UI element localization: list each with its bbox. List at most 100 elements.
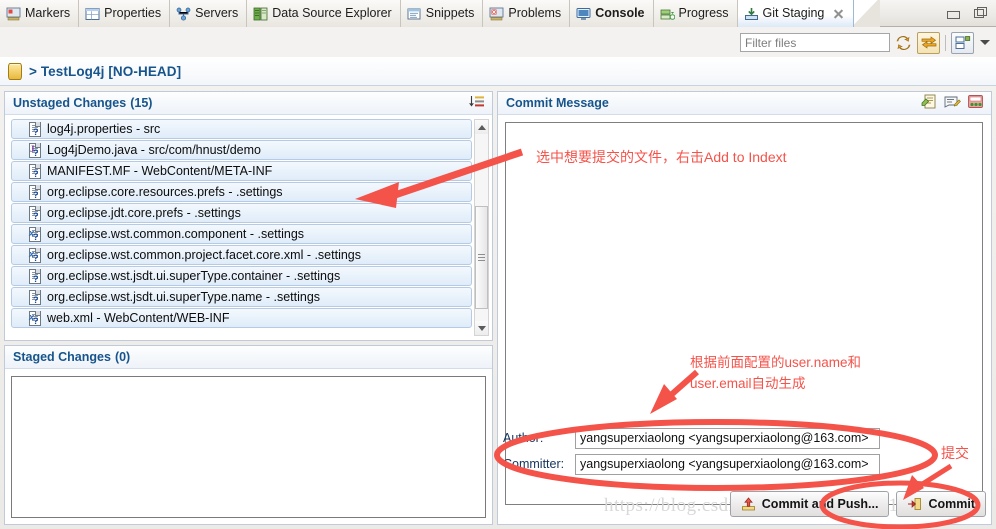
page-title: > TestLog4j [NO-HEAD]: [29, 63, 182, 79]
repository-icon: [8, 62, 22, 80]
filter-files-placeholder: Filter files: [745, 35, 797, 50]
unstaged-file-row[interactable]: x? org.eclipse.wst.common.project.facet.c…: [11, 245, 472, 265]
commit-message-title: Commit Message: [506, 96, 609, 110]
properties-icon: [85, 7, 100, 21]
commit-and-push-button[interactable]: Commit and Push...: [729, 491, 890, 517]
unstaged-file-row[interactable]: ? org.eclipse.core.resources.prefs - .set…: [11, 182, 472, 202]
tab-label: Properties: [104, 6, 162, 20]
tab-problems[interactable]: Problems: [483, 0, 571, 27]
view-menu-chevron-icon[interactable]: [980, 40, 990, 45]
file-prefs-icon: ?: [28, 290, 41, 305]
commit-and-push-label: Commit and Push...: [761, 497, 879, 511]
tab-label: Progress: [678, 6, 729, 20]
signed-off-icon[interactable]: [944, 94, 961, 112]
scroll-up-icon[interactable]: [475, 120, 488, 134]
annotation-select-files: 选中想要提交的文件，右击Add to Indext: [536, 149, 787, 165]
author-row: Author: yangsuperxiaolong <yangsuperxiao…: [503, 426, 880, 450]
tab-servers[interactable]: Servers: [170, 0, 248, 27]
unstaged-file-row[interactable]: ? org.eclipse.wst.jsdt.ui.superType.conta…: [11, 266, 472, 286]
unstaged-file-row[interactable]: ? org.eclipse.jdt.core.prefs - .settings: [11, 203, 472, 223]
tab-label: Snippets: [425, 6, 475, 20]
file-manifest-icon: ?: [28, 164, 41, 179]
tab-console[interactable]: Console: [570, 0, 654, 27]
refresh-icon[interactable]: [893, 33, 914, 53]
author-label: Author:: [503, 431, 544, 445]
markers-icon: [6, 7, 21, 21]
window-buttons: [946, 0, 988, 27]
scroll-down-icon[interactable]: [475, 321, 488, 335]
tab-properties[interactable]: Properties: [79, 0, 171, 27]
staged-changes-header: Staged Changes (0): [5, 346, 492, 369]
unstaged-file-name: MANIFEST.MF - WebContent/META-INF: [47, 164, 273, 178]
unstaged-file-name: org.eclipse.core.resources.prefs - .sett…: [47, 185, 283, 199]
annotation-auto-generated-line2: user.email自动生成: [690, 376, 806, 391]
servers-icon: [176, 7, 191, 21]
committer-input[interactable]: yangsuperxiaolong <yangsuperxiaolong@163…: [575, 453, 880, 475]
tab-label: Problems: [508, 6, 562, 20]
commit-button[interactable]: Commit: [896, 491, 986, 517]
amend-commit-icon[interactable]: [921, 94, 938, 112]
tab-progress[interactable]: Progress: [653, 0, 738, 27]
unstaged-list-scrollbar[interactable]: [474, 119, 489, 336]
tab-data-source-explorer[interactable]: Data Source Explorer: [247, 0, 401, 27]
committer-label: Committer:: [503, 457, 565, 471]
unstaged-file-name: org.eclipse.jdt.core.prefs - .settings: [47, 206, 241, 220]
tab-label: Console: [595, 6, 645, 20]
file-prefs-icon: ?: [28, 206, 41, 221]
tab-label: Data Source Explorer: [272, 6, 392, 20]
unstaged-file-name: Log4jDemo.java - src/com/hnust/demo: [47, 143, 261, 157]
unstaged-file-row[interactable]: x? org.eclipse.wst.common.component - .se…: [11, 224, 472, 244]
staged-changes-title: Staged Changes: [13, 350, 111, 364]
commit-message-header: Commit Message: [498, 92, 991, 115]
file-properties-icon: ?: [28, 122, 41, 137]
filter-files-input[interactable]: Filter files: [740, 33, 890, 52]
commit-icon: [907, 497, 922, 511]
push-icon: [741, 497, 756, 511]
annotation-auto-generated-line1: 根据前面配置的user.name和: [690, 355, 862, 370]
maximize-icon[interactable]: [974, 6, 988, 20]
console-icon: [576, 7, 591, 21]
staged-changes-panel: Staged Changes (0): [4, 345, 493, 525]
file-xml-icon: x?: [28, 248, 41, 263]
snippets-icon: [407, 7, 422, 21]
unstaged-file-name: org.eclipse.wst.jsdt.ui.superType.contai…: [47, 269, 341, 283]
commit-label: Commit: [928, 497, 975, 511]
unstaged-file-name: org.eclipse.wst.common.component - .sett…: [47, 227, 305, 241]
tab-label: Git Staging: [762, 6, 825, 20]
file-xml-icon: x?: [28, 227, 41, 242]
unstaged-file-row[interactable]: ? org.eclipse.wst.jsdt.ui.superType.name …: [11, 287, 472, 307]
staged-changes-count: (0): [114, 350, 131, 364]
file-prefs-icon: ?: [28, 269, 41, 284]
author-input[interactable]: yangsuperxiaolong <yangsuperxiaolong@163…: [575, 427, 880, 449]
tab-label: Markers: [25, 6, 71, 20]
sort-icon[interactable]: [469, 95, 485, 112]
tab-markers[interactable]: Markers: [0, 0, 80, 27]
unstaged-file-name: org.eclipse.wst.jsdt.ui.superType.name -…: [47, 290, 321, 304]
commit-actions: Commit and Push... Commit: [729, 491, 986, 517]
unstaged-file-name: org.eclipse.wst.common.project.facet.cor…: [47, 248, 362, 262]
unstaged-file-name: web.xml - WebContent/WEB-INF: [47, 311, 230, 325]
committer-row: Committer: yangsuperxiaolong <yangsuperx…: [503, 452, 880, 476]
minimize-icon[interactable]: [946, 8, 960, 20]
tab-close-icon[interactable]: [832, 7, 845, 20]
presentation-icon[interactable]: [951, 31, 974, 54]
view-tabs: Markers Properties Servers Data Source Expl…: [0, 0, 881, 27]
tab-snippets[interactable]: Snippets: [400, 0, 484, 27]
problems-icon: [489, 7, 504, 21]
unstaged-file-row[interactable]: x? web.xml - WebContent/WEB-INF: [11, 308, 472, 328]
unstaged-file-list[interactable]: ? log4j.properties - src J? Log4jDemo.java …: [6, 116, 491, 339]
unstaged-file-row[interactable]: ? MANIFEST.MF - WebContent/META-INF: [11, 161, 472, 181]
unstaged-file-name: log4j.properties - src: [47, 122, 161, 136]
unstaged-file-row[interactable]: J? Log4jDemo.java - src/com/hnust/demo: [11, 140, 472, 160]
change-id-icon[interactable]: [967, 94, 984, 112]
stage-unstage-icon[interactable]: [917, 31, 940, 54]
data-source-explorer-icon: [253, 7, 268, 21]
staged-file-list[interactable]: [11, 376, 486, 518]
file-xml-icon: x?: [28, 311, 41, 326]
file-java-icon: J?: [28, 143, 41, 158]
scrollbar-thumb[interactable]: [475, 206, 488, 309]
git-staging-icon: [744, 7, 759, 21]
unstaged-file-row[interactable]: ? log4j.properties - src: [11, 119, 472, 139]
tab-git-staging[interactable]: Git Staging: [737, 0, 855, 27]
file-prefs-icon: ?: [28, 185, 41, 200]
